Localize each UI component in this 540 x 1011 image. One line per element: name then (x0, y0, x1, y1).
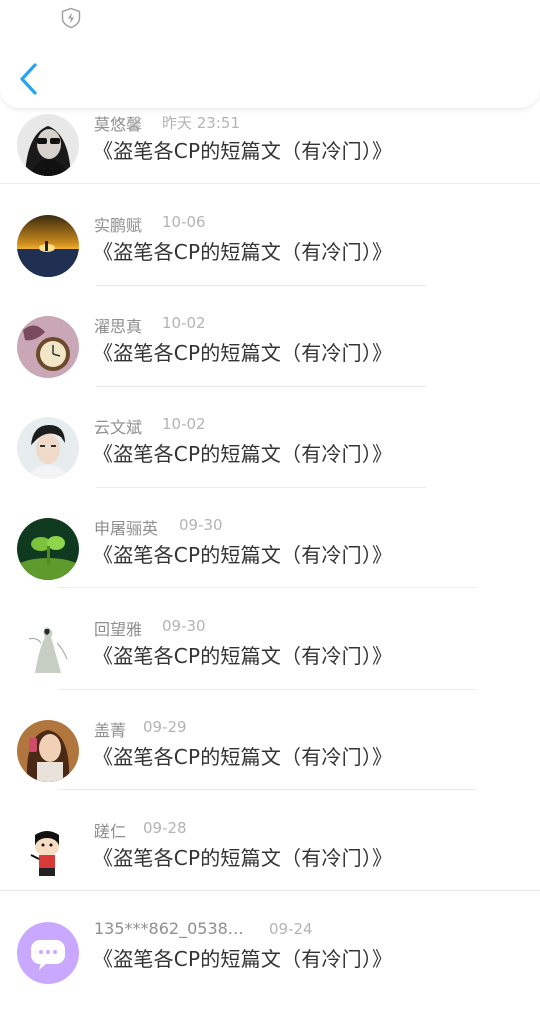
sunset-sea-photo (17, 215, 79, 277)
list-item[interactable]: 蹉仁 09-28 《盗笔各CP的短篇文（有冷门）》 (0, 809, 540, 910)
divider (96, 487, 426, 488)
sender-name: 回望雅 (94, 620, 143, 639)
message-time: 09-30 (179, 516, 223, 534)
message-preview: 《盗笔各CP的短篇文（有冷门）》 (93, 745, 393, 769)
divider (0, 890, 540, 891)
green-sprout-photo (17, 518, 79, 580)
divider (96, 285, 426, 286)
avatar[interactable] (17, 922, 79, 984)
message-time: 10-02 (162, 314, 206, 332)
message-time: 09-30 (162, 617, 206, 635)
message-time: 09-24 (269, 920, 313, 938)
list-item[interactable]: 135***862_0538… 09-24 《盗笔各CP的短篇文（有冷门）》 (0, 910, 540, 1011)
girl-sunglasses-photo (17, 114, 79, 176)
divider (96, 386, 426, 387)
divider (58, 587, 476, 588)
message-time: 昨天 23:51 (162, 114, 240, 132)
list-item[interactable]: 申屠骊英 09-30 《盗笔各CP的短篇文（有冷门）》 (0, 506, 540, 607)
divider (0, 183, 540, 184)
message-preview: 《盗笔各CP的短篇文（有冷门）》 (93, 240, 393, 264)
sender-name: 申屠骊英 (94, 519, 159, 538)
message-preview: 《盗笔各CP的短篇文（有冷门）》 (93, 341, 393, 365)
avatar[interactable] (17, 619, 79, 681)
avatar[interactable] (17, 316, 79, 378)
message-preview: 《盗笔各CP的短篇文（有冷门）》 (93, 139, 393, 163)
sender-name: 135***862_0538… (94, 919, 244, 938)
message-preview: 《盗笔各CP的短篇文（有冷门）》 (93, 947, 393, 971)
avatar[interactable] (17, 720, 79, 782)
message-time: 10-02 (162, 415, 206, 433)
sender-name: 蹉仁 (94, 822, 127, 841)
default-purple-chat-avatar (17, 922, 79, 984)
list-item[interactable]: 回望雅 09-30 《盗笔各CP的短篇文（有冷门）》 (0, 607, 540, 708)
message-time: 09-28 (143, 819, 187, 837)
list-item[interactable]: 莫悠馨 昨天 23:51 《盗笔各CP的短篇文（有冷门）》 (0, 102, 540, 203)
sender-name: 云文斌 (94, 418, 143, 437)
ink-painting-figure (17, 619, 79, 681)
list-item[interactable]: 盖菁 09-29 《盗笔各CP的短篇文（有冷门）》 (0, 708, 540, 809)
list-item[interactable]: 濯思真 10-02 《盗笔各CP的短篇文（有冷门）》 (0, 304, 540, 405)
sender-name: 实鹏赋 (94, 216, 143, 235)
divider (58, 789, 476, 790)
avatar[interactable] (17, 215, 79, 277)
avatar[interactable] (17, 417, 79, 479)
list-item[interactable]: 云文斌 10-02 《盗笔各CP的短篇文（有冷门）》 (0, 405, 540, 506)
back-chevron-icon[interactable] (16, 62, 42, 96)
message-preview: 《盗笔各CP的短篇文（有冷门）》 (93, 543, 393, 567)
young-man-photo (17, 417, 79, 479)
pocket-watch-photo (17, 316, 79, 378)
message-preview: 《盗笔各CP的短篇文（有冷门）》 (93, 846, 393, 870)
avatar[interactable] (17, 518, 79, 580)
avatar[interactable] (17, 114, 79, 176)
message-time: 10-06 (162, 213, 206, 231)
selfie-girl-photo (17, 720, 79, 782)
sender-name: 盖菁 (94, 721, 127, 740)
sender-name: 濯思真 (94, 317, 143, 336)
message-time: 09-29 (143, 718, 187, 736)
top-bar (0, 0, 540, 109)
message-preview: 《盗笔各CP的短篇文（有冷门）》 (93, 442, 393, 466)
avatar[interactable] (17, 821, 79, 883)
message-preview: 《盗笔各CP的短篇文（有冷门）》 (93, 644, 393, 668)
sender-name: 莫悠馨 (94, 115, 143, 134)
list-item[interactable]: 实鹏赋 10-06 《盗笔各CP的短篇文（有冷门）》 (0, 203, 540, 304)
shield-lightning-icon (61, 7, 81, 29)
cartoon-boy-drawing (17, 821, 79, 883)
divider (58, 689, 476, 690)
